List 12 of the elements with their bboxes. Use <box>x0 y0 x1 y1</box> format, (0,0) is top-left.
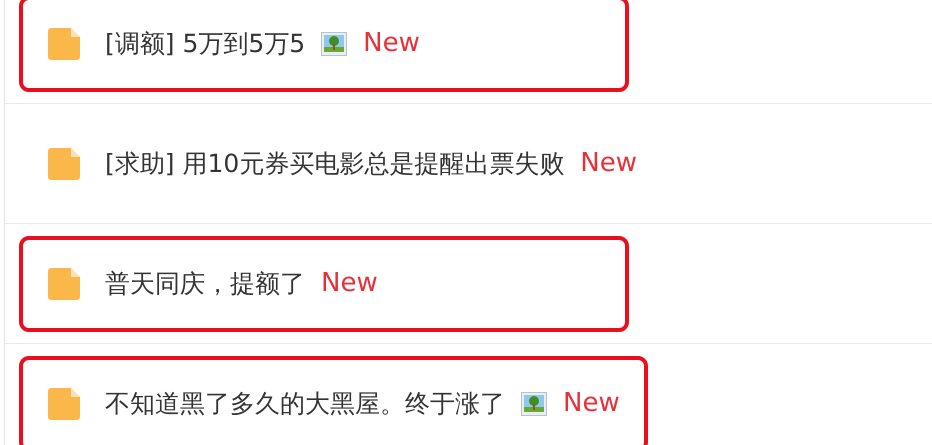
thread-title-link[interactable]: [调额] 5万到5万5 <box>105 24 306 62</box>
thread-title-link[interactable]: 普天同庆，提额了 <box>105 264 305 302</box>
new-label: New <box>580 147 637 180</box>
document-icon <box>47 26 81 60</box>
new-label: New <box>321 267 378 300</box>
new-label: New <box>563 387 620 420</box>
document-icon <box>47 386 81 420</box>
document-icon <box>47 266 81 300</box>
thread-title-link[interactable]: [求助] 用10元券买电影总是提醒出票失败 <box>105 144 564 182</box>
document-icon <box>47 146 81 180</box>
thread-title-link[interactable]: 不知道黑了多久的大黑屋。终于涨了 <box>105 384 505 422</box>
new-label: New <box>363 27 420 60</box>
